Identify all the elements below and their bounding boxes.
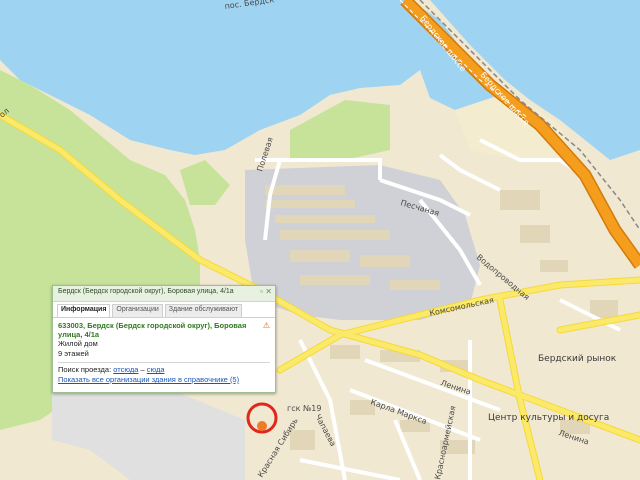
minimize-icon[interactable]: ▫	[260, 287, 263, 296]
address-popup: Бердск (Бердск городской округ), Боровая…	[52, 285, 276, 393]
tab-info[interactable]: Информация	[57, 304, 111, 317]
tab-serving[interactable]: Здание обслуживают	[164, 304, 242, 317]
city-map[interactable]: Бердское шоссе Бердское шоссе пос. Бердс…	[0, 0, 640, 480]
culture-label: Центр культуры и досуга	[488, 413, 609, 423]
popup-tabs: Информация Организации Здание обслуживаю…	[53, 302, 275, 318]
show-organizations-link[interactable]: Показать все организации здания в справо…	[58, 375, 239, 384]
route-to-link[interactable]: сюда	[147, 365, 165, 374]
route-label: Поиск проезда:	[58, 365, 112, 374]
building-floors: 9 этажей	[58, 349, 89, 358]
route-row: Поиск проезда: отсюда – сюда	[58, 365, 270, 375]
tab-organizations[interactable]: Организации	[112, 304, 163, 317]
route-from-link[interactable]: отсюда	[113, 365, 138, 374]
popup-title: Бердск (Бердск городской округ), Боровая…	[58, 288, 234, 295]
orgs-row: Показать все организации здания в справо…	[58, 375, 270, 385]
popup-title-bar: Бердск (Бердск городской округ), Боровая…	[53, 286, 275, 302]
divider	[58, 362, 270, 363]
route-dash: –	[140, 365, 145, 374]
popup-body: 633003, Бердск (Бердск городской округ),…	[53, 318, 275, 385]
building-type: Жилой дом	[58, 339, 98, 348]
close-icon[interactable]: ✕	[265, 287, 272, 296]
warning-icon[interactable]: ⚠	[263, 321, 270, 330]
market-label: Бердский рынок	[538, 354, 617, 364]
store-label: гск №19	[287, 404, 321, 413]
building-address: 633003, Бердск (Бердск городской округ),…	[58, 321, 247, 339]
